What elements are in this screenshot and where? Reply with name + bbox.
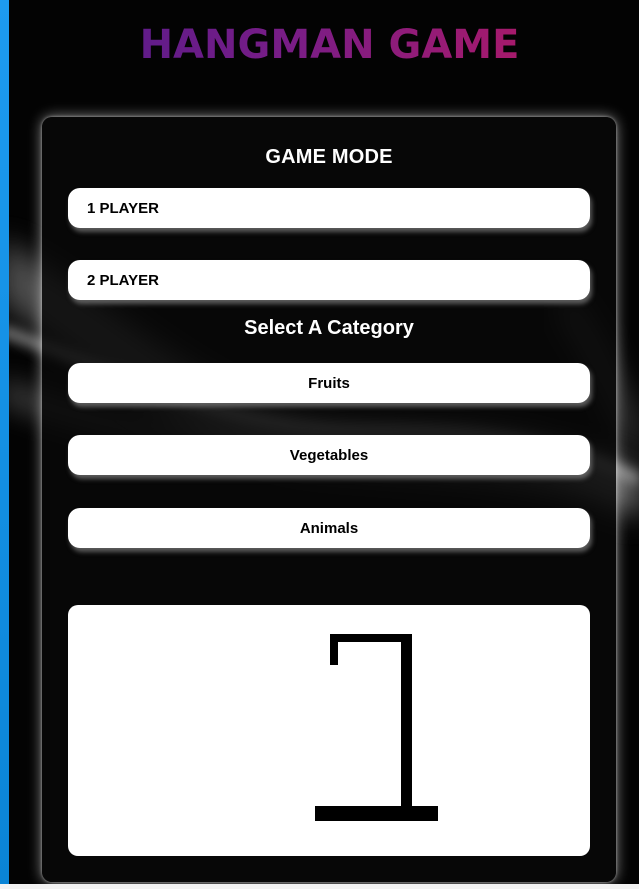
two-player-button[interactable]: 2 PLAYER [68,260,590,300]
category-animals-button[interactable]: Animals [68,508,590,548]
gallows-rope [330,634,338,665]
category-fruits-button[interactable]: Fruits [68,363,590,403]
category-vegetables-label: Vegetables [289,446,369,464]
gallows-beam [330,634,412,642]
one-player-label: 1 PLAYER [87,199,159,217]
game-panel: GAME MODE 1 PLAYER 2 PLAYER Select A Cat… [42,117,616,882]
game-mode-heading: GAME MODE [265,146,393,168]
gallows-pole [401,636,412,808]
category-fruits-label: Fruits [308,374,350,392]
page-title: HANGMAN GAME [0,22,639,68]
hangman-drawing-area [68,605,590,856]
two-player-label: 2 PLAYER [87,271,159,289]
bottom-edge-strip [0,884,639,889]
one-player-button[interactable]: 1 PLAYER [68,188,590,228]
gallows-icon [315,634,438,821]
gallows-base [315,806,438,821]
category-vegetables-button[interactable]: Vegetables [68,435,590,475]
category-heading: Select A Category [244,317,414,339]
left-accent-bar [0,0,9,889]
category-animals-label: Animals [299,519,359,537]
